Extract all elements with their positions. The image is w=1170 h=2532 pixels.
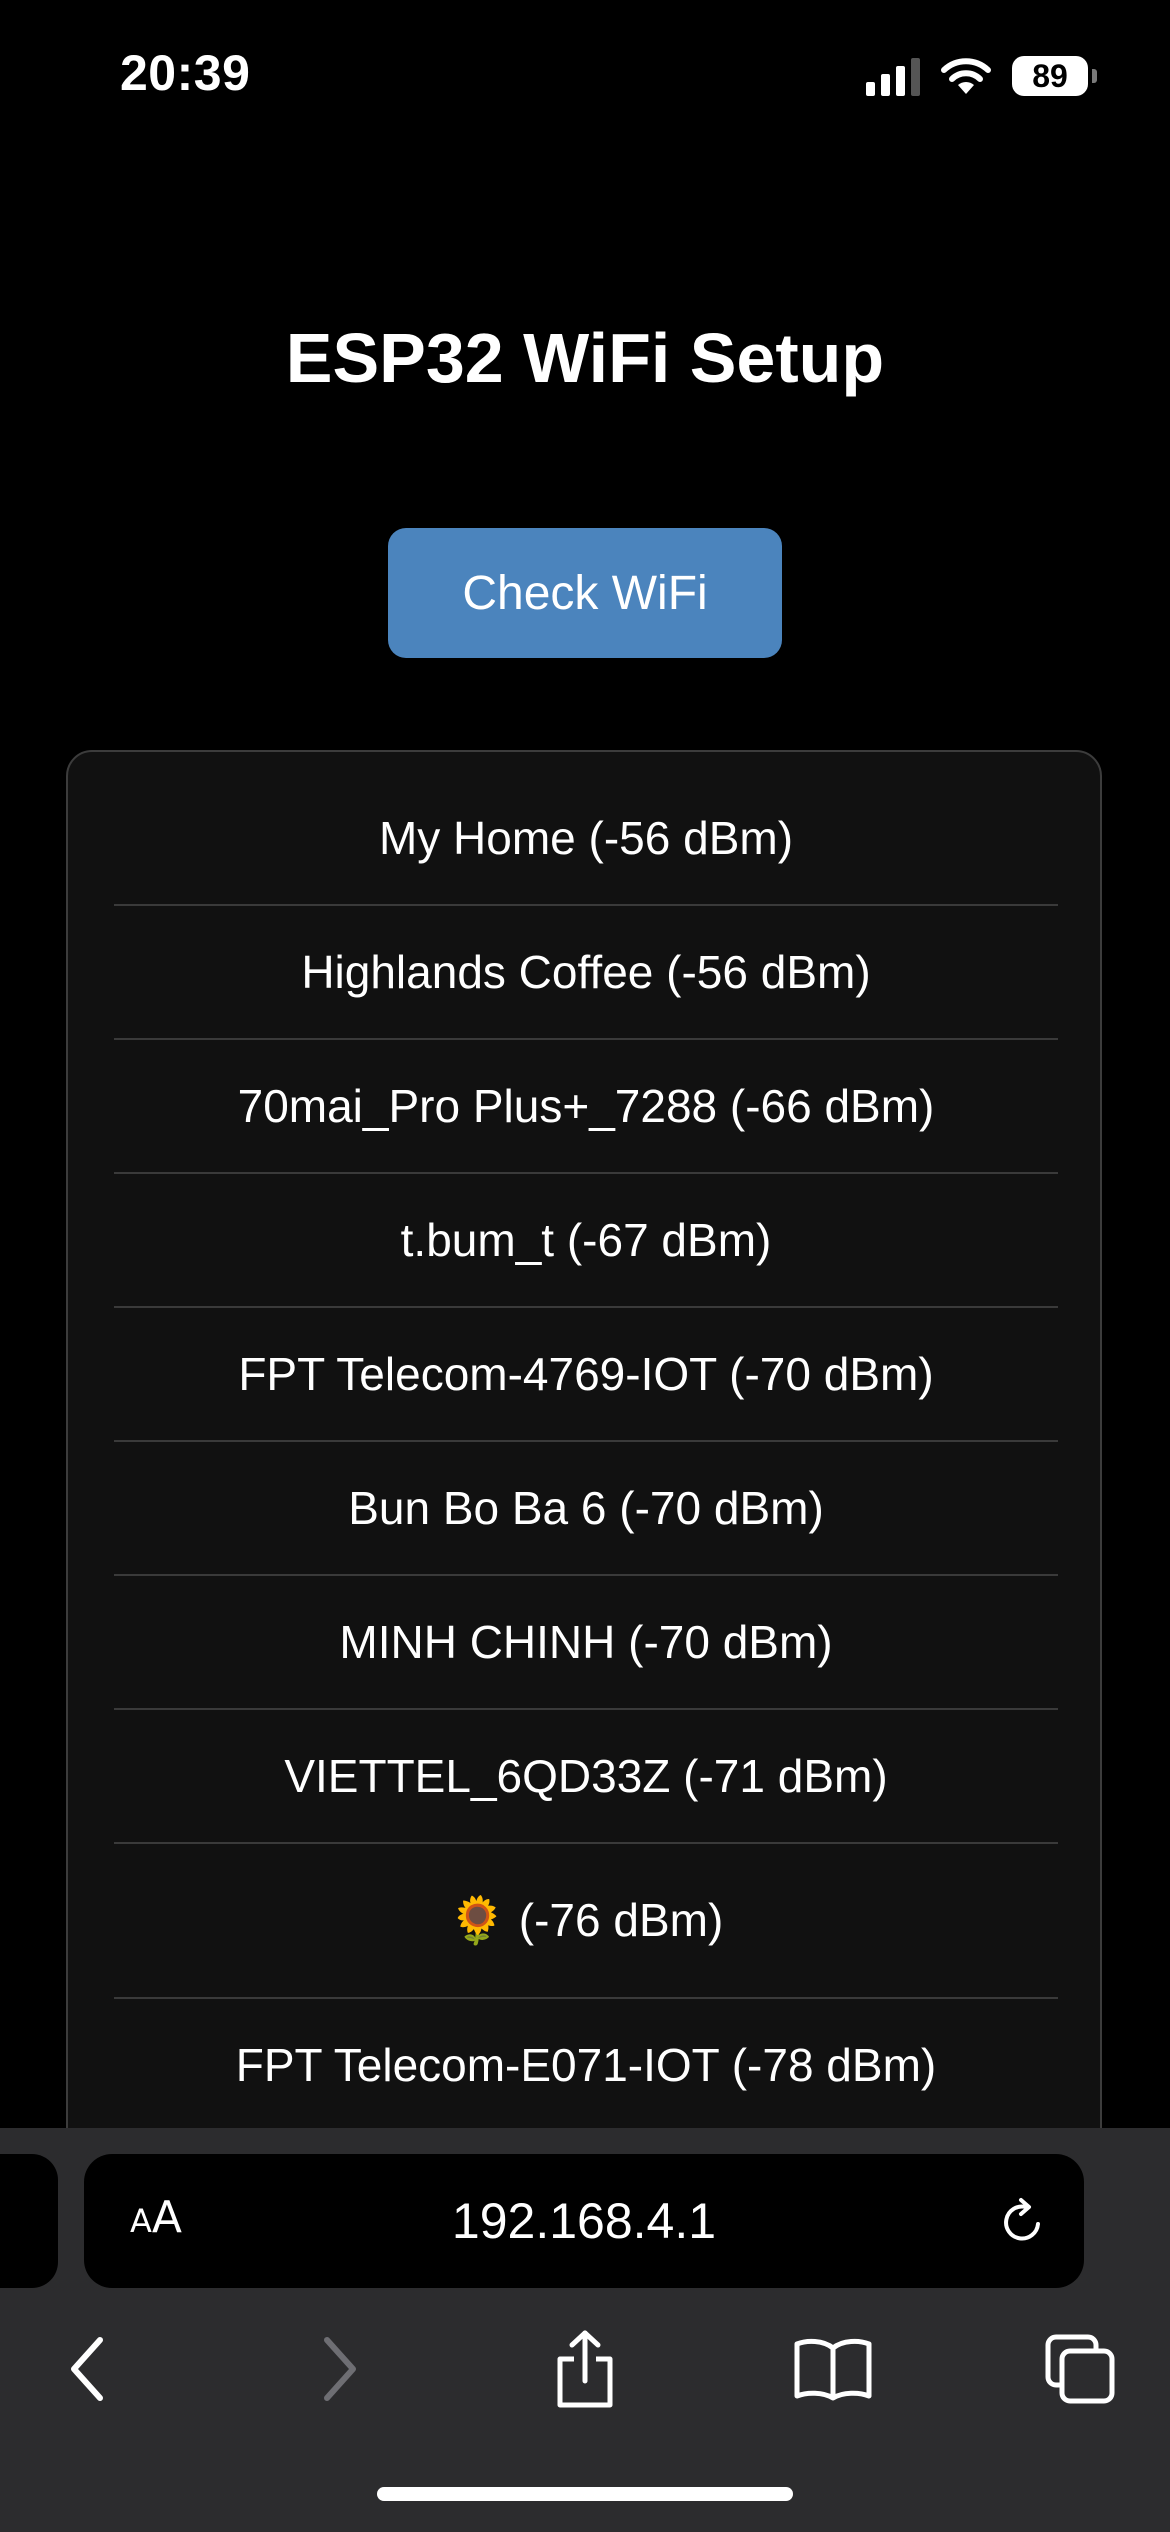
tabs-button[interactable] [1035,2324,1125,2414]
network-item[interactable]: Highlands Coffee (-56 dBm) [114,906,1058,1040]
forward-button[interactable] [295,2324,385,2414]
home-indicator[interactable] [377,2487,793,2501]
share-button[interactable] [540,2324,630,2414]
network-item[interactable]: Bun Bo Ba 6 (-70 dBm) [114,1442,1058,1576]
browser-toolbar: A A 192.168.4.1 [0,2128,1170,2532]
network-item[interactable]: FPT Telecom-E071-IOT (-78 dBm) [114,1999,1058,2133]
network-item[interactable]: FPT Telecom-4769-IOT (-70 dBm) [114,1308,1058,1442]
previous-tab-preview[interactable] [0,2154,58,2288]
page-title: ESP32 WiFi Setup [285,319,885,397]
screen: 20:39 89 ESP32 WiFi Setup Check WiFi My … [0,0,1170,2532]
wifi-icon [941,58,991,94]
reload-icon[interactable] [994,2194,1050,2250]
network-item[interactable]: 70mai_Pro Plus+_7288 (-66 dBm) [114,1040,1058,1174]
network-item[interactable]: 🌻 (-76 dBm) [114,1844,1058,1999]
tabs-icon [1045,2334,1115,2404]
address-bar[interactable]: A A 192.168.4.1 [84,2154,1084,2288]
cellular-signal-icon [866,56,920,96]
status-time: 20:39 [120,45,251,101]
network-item[interactable]: VIETTEL_6QD33Z (-71 dBm) [114,1710,1058,1844]
network-item[interactable]: MINH CHINH (-70 dBm) [114,1576,1058,1710]
url-text[interactable]: 192.168.4.1 [84,2154,1084,2288]
bookmarks-button[interactable] [788,2324,878,2414]
network-item[interactable]: My Home (-56 dBm) [114,772,1058,906]
chevron-left-icon [71,2337,103,2401]
network-list: My Home (-56 dBm) Highlands Coffee (-56 … [114,772,1058,2133]
status-icons: 89 [866,52,1097,100]
share-icon [557,2330,613,2408]
battery-level: 89 [1032,57,1068,94]
battery-icon: 89 [1012,56,1097,96]
back-button[interactable] [42,2324,132,2414]
book-icon [794,2338,872,2401]
chevron-right-icon [324,2337,356,2401]
check-wifi-button[interactable]: Check WiFi [388,528,782,658]
network-item[interactable]: t.bum_t (-67 dBm) [114,1174,1058,1308]
